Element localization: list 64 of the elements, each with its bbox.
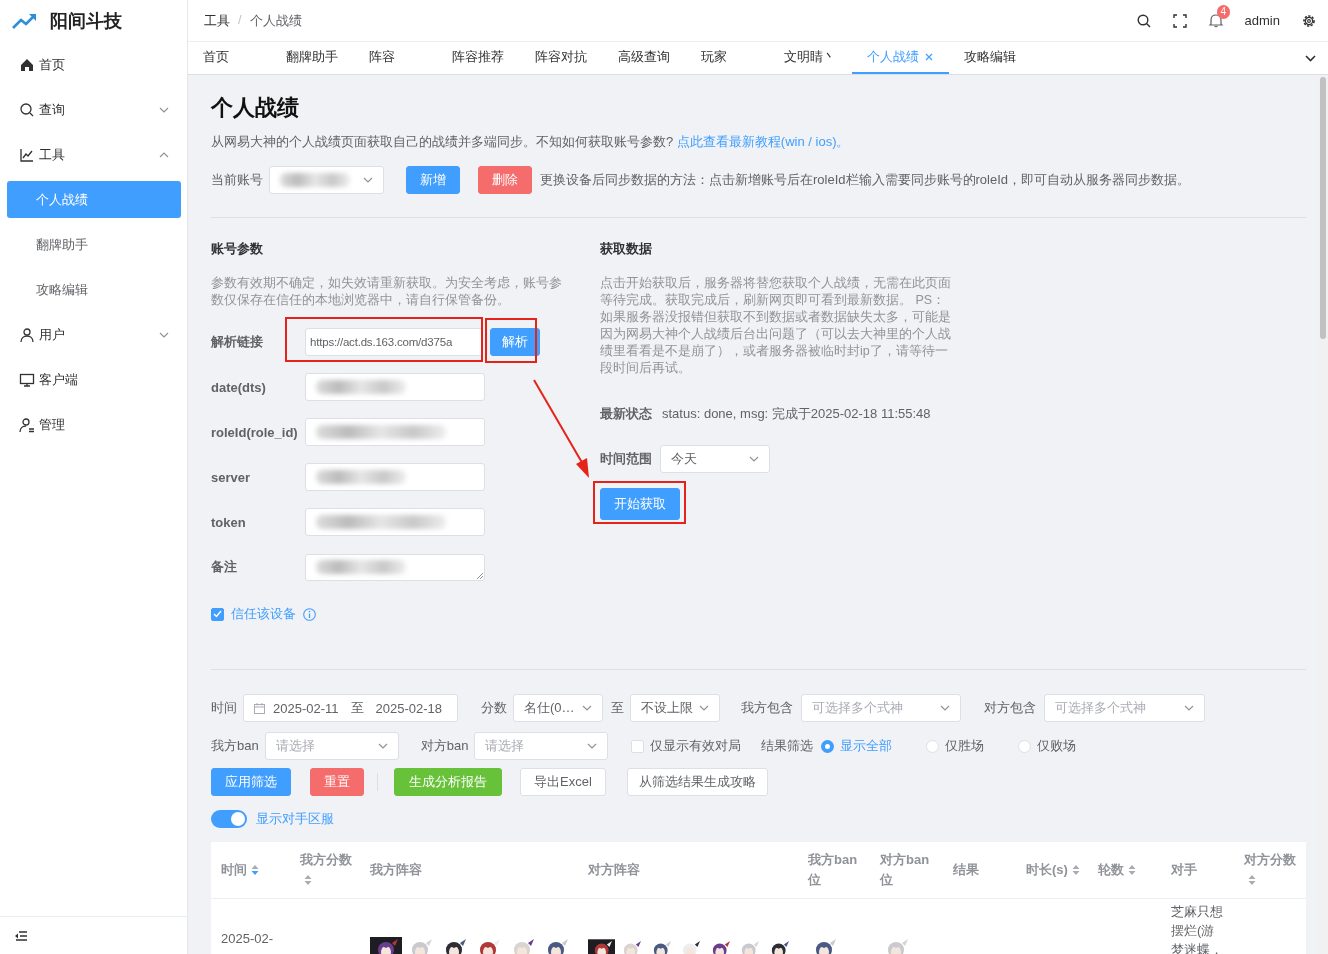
hint-text: 更换设备后同步数据的方法：点击新增账号后在roleId栏输入需要同步账号的roleId，即可自动从服务器同步数据。	[540, 171, 1191, 189]
field-label: roleId(role_id)	[211, 424, 299, 440]
field-label: server	[211, 469, 252, 485]
field-label: 解析链接	[211, 333, 264, 351]
score-select[interactable]: 名仕(0…	[513, 694, 603, 722]
status-text: status: done, msg: 完成于2025-02-18 11:55:48	[662, 405, 931, 423]
sidebar-item[interactable]: 攻略编辑	[7, 271, 181, 308]
tab[interactable]: 翻牌助手	[271, 42, 354, 74]
column-header: 我方阵容	[370, 861, 422, 877]
radio-label[interactable]: 仅胜场	[945, 737, 985, 755]
column-header: 我方ban位	[808, 851, 858, 887]
sidebar-item[interactable]: 首页	[0, 42, 187, 87]
action-button[interactable]: 导出Excel	[520, 768, 606, 796]
input-field[interactable]: https://act.ds.163.com/d375a	[305, 328, 483, 356]
tab[interactable]: 阵容	[354, 42, 437, 74]
app-title: 阳间斗技	[50, 10, 122, 33]
field-label: 最新状态	[600, 405, 652, 423]
column-header: 对手	[1171, 861, 1197, 877]
tab[interactable]: 首页	[188, 42, 271, 74]
filter-label: 对方ban	[420, 737, 469, 755]
section-title: 账号参数	[211, 241, 264, 257]
column-header: 对方阵容	[588, 861, 640, 877]
page-title: 个人战绩	[211, 94, 300, 122]
sidebar-item[interactable]: 管理	[0, 402, 187, 447]
breadcrumb-item[interactable]: 工具	[204, 11, 230, 30]
tab[interactable]: 玩家	[686, 42, 769, 74]
tab[interactable]: 阵容推荐	[437, 42, 520, 74]
filter-label: 至	[611, 699, 624, 717]
breadcrumb-separator: /	[238, 11, 242, 29]
date-range-field[interactable]: 2025-02-11 至 2025-02-18	[243, 694, 458, 722]
filter-label: 对方包含	[984, 699, 1036, 717]
field-label: token	[211, 514, 247, 530]
description-text: 参数有效期不确定，如失效请重新获取。为安全考虑，账号参数仅保存在信任的本地浏览器中，请自行保管备份。	[211, 275, 563, 309]
breadcrumb-item[interactable]: 个人战绩	[249, 11, 302, 30]
sidebar-item[interactable]: 翻牌助手	[7, 226, 181, 263]
table-cell: 2025-02-	[221, 931, 274, 946]
field-label: date(dts)	[211, 379, 267, 395]
filter-label: 我方包含	[741, 699, 793, 717]
field-label: 时间范围	[600, 450, 652, 468]
time-range-select[interactable]: 今天	[660, 445, 770, 473]
checkbox-label[interactable]: 仅显示有效对局	[650, 737, 742, 755]
score-select[interactable]: 不设上限	[630, 694, 720, 722]
notification-badge: 4	[1216, 5, 1231, 19]
sidebar-item[interactable]: 客户端	[0, 357, 187, 402]
radio-label[interactable]: 仅败场	[1037, 737, 1077, 755]
user-name[interactable]: admin	[1244, 13, 1280, 28]
sidebar-item[interactable]: 用户	[0, 312, 187, 357]
tab[interactable]: 阵容对抗	[520, 42, 603, 74]
tab[interactable]: 高级查询	[603, 42, 686, 74]
filter-label: 分数	[481, 699, 507, 717]
section-title: 获取数据	[600, 241, 653, 257]
sidebar-item[interactable]: 工具	[0, 132, 187, 177]
intro-text: 从网易大神的个人战绩页面获取自己的战绩并多端同步。不知如何获取账号参数? 点此查看最新教程(win / ios)。	[211, 133, 851, 151]
field-label: 当前账号	[211, 171, 263, 189]
filter-label: 结果筛选	[761, 737, 814, 755]
tab[interactable]: 攻略编辑	[949, 42, 1032, 74]
column-header: 结果	[953, 861, 979, 877]
sidebar-item[interactable]: 查询	[0, 87, 187, 132]
action-button[interactable]: 从筛选结果生成攻略	[626, 768, 768, 796]
filter-label: 时间	[211, 699, 237, 717]
filter-label: 我方ban	[211, 737, 259, 755]
column-header: 对方ban位	[880, 851, 930, 887]
field-label: 备注	[211, 558, 238, 576]
tab[interactable]: 文明睛丶	[769, 42, 852, 74]
